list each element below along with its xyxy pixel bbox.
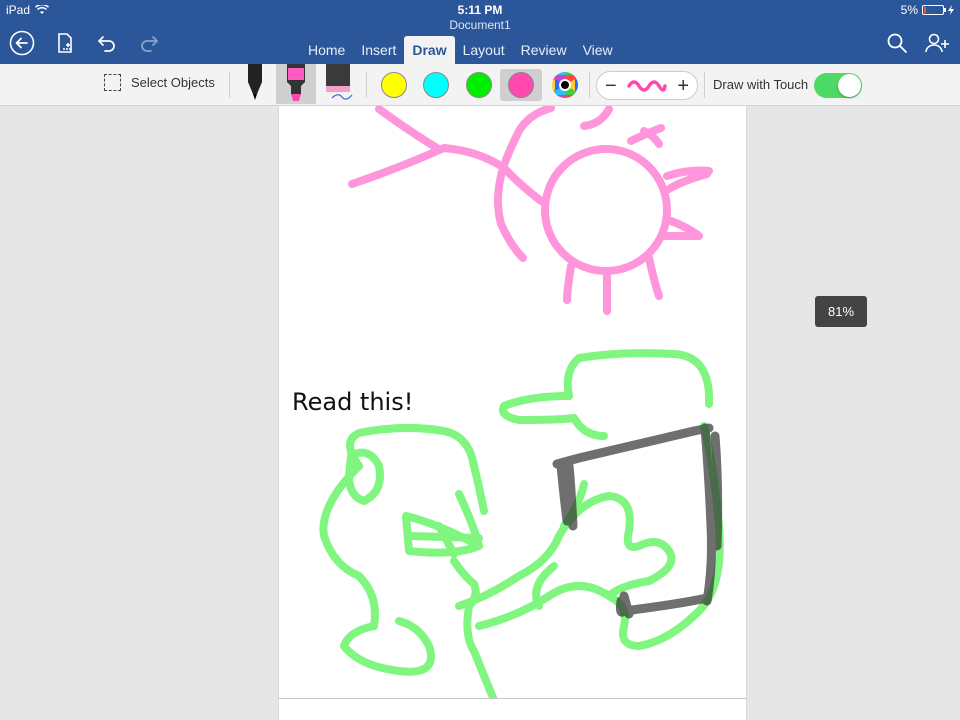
pencil-tool[interactable] bbox=[318, 64, 358, 104]
zoom-level-badge: 81% bbox=[815, 296, 867, 327]
ribbon-divider bbox=[589, 72, 590, 98]
tab-home[interactable]: Home bbox=[300, 36, 353, 64]
document-canvas[interactable]: Read this! 81% bbox=[0, 106, 960, 720]
ribbon-divider bbox=[704, 72, 705, 98]
draw-ribbon: Select Objects − + Draw with Touch bbox=[0, 64, 960, 106]
color-swatch-pink[interactable] bbox=[508, 72, 534, 98]
color-wheel-center bbox=[559, 79, 571, 91]
highlighter-tool[interactable] bbox=[276, 64, 316, 104]
color-swatch-green[interactable] bbox=[466, 72, 492, 98]
redo-icon[interactable] bbox=[136, 30, 162, 56]
pen-icon bbox=[248, 64, 262, 100]
ribbon-divider bbox=[366, 72, 367, 98]
share-person-icon[interactable] bbox=[924, 30, 950, 56]
draw-with-touch-toggle[interactable] bbox=[814, 73, 862, 98]
thickness-decrease-button[interactable]: − bbox=[605, 76, 617, 96]
pencil-icon bbox=[326, 64, 353, 100]
tab-review[interactable]: Review bbox=[513, 36, 575, 64]
battery-percent: 5% bbox=[900, 3, 918, 17]
select-objects-button[interactable]: Select Objects bbox=[104, 74, 215, 91]
color-swatch-yellow[interactable] bbox=[381, 72, 407, 98]
toggle-knob bbox=[838, 74, 861, 97]
select-objects-icon bbox=[104, 74, 121, 91]
stroke-preview-icon bbox=[627, 79, 667, 92]
battery-fill bbox=[924, 7, 926, 13]
search-icon[interactable] bbox=[884, 30, 910, 56]
status-right: 5% bbox=[901, 3, 954, 17]
ribbon-tabs: Home Insert Draw Layout Review View bbox=[300, 36, 621, 64]
pen-tool[interactable] bbox=[235, 64, 275, 104]
thickness-increase-button[interactable]: + bbox=[677, 76, 689, 96]
tab-layout[interactable]: Layout bbox=[455, 36, 513, 64]
status-time: 5:11 PM bbox=[457, 3, 503, 17]
title-bar: iPad 5:11 PM Document1 5% Home Insert Dr… bbox=[0, 0, 960, 64]
thickness-control: − + bbox=[596, 71, 698, 100]
undo-icon[interactable] bbox=[94, 30, 120, 56]
pink-sun-strokes bbox=[348, 106, 713, 315]
file-icon[interactable] bbox=[52, 30, 78, 56]
ribbon-divider bbox=[229, 72, 230, 98]
tab-view[interactable]: View bbox=[575, 36, 621, 64]
tab-draw[interactable]: Draw bbox=[404, 36, 455, 64]
next-page[interactable] bbox=[278, 698, 747, 720]
battery-icon bbox=[922, 5, 946, 15]
charging-bolt-icon bbox=[948, 5, 954, 15]
draw-with-touch-label: Draw with Touch bbox=[713, 77, 809, 92]
tab-insert[interactable]: Insert bbox=[353, 36, 404, 64]
select-objects-label: Select Objects bbox=[131, 75, 215, 90]
ink-text-read-this: Read this! bbox=[292, 388, 414, 416]
more-colors-button[interactable] bbox=[552, 72, 578, 98]
highlighter-icon bbox=[287, 64, 305, 101]
color-swatch-cyan[interactable] bbox=[423, 72, 449, 98]
back-arrow-icon[interactable] bbox=[9, 30, 35, 56]
